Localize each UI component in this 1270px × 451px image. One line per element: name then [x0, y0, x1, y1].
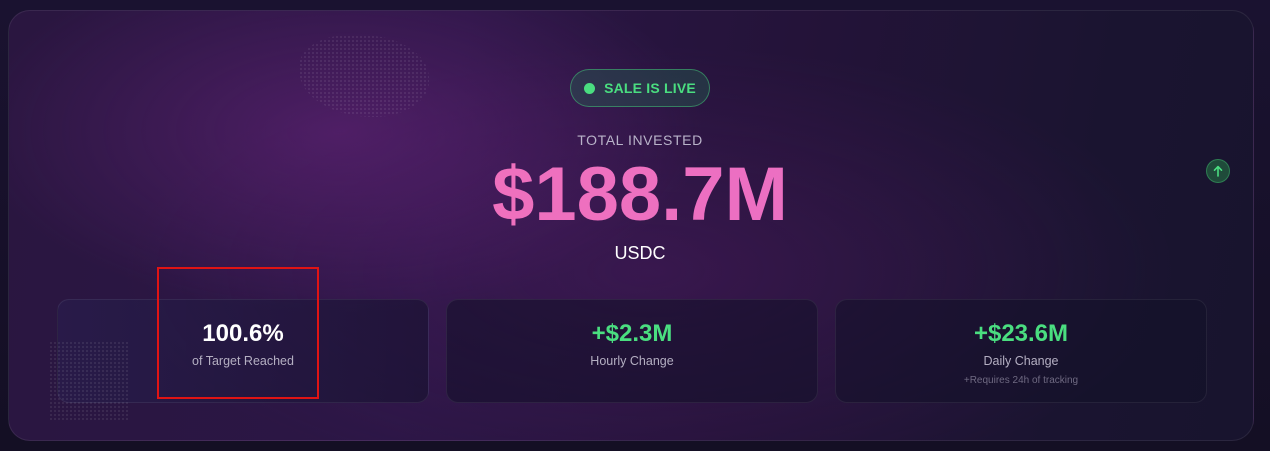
arrow-up-icon [1213, 165, 1223, 177]
decorative-pattern [299, 35, 429, 117]
sale-status-badge: SALE IS LIVE [570, 69, 710, 107]
highlight-box [157, 267, 319, 399]
total-invested-label: TOTAL INVESTED [577, 132, 703, 148]
sale-status-label: SALE IS LIVE [604, 80, 696, 96]
live-dot-icon [584, 82, 596, 94]
page: SALE IS LIVE TOTAL INVESTED $188.7M USDC… [0, 0, 1270, 451]
stat-card-daily: +$23.6M Daily Change +Requires 24h of tr… [835, 299, 1207, 403]
stat-card-hourly: +$2.3M Hourly Change [446, 299, 818, 403]
stat-value: +$2.3M [591, 320, 673, 347]
stat-note: +Requires 24h of tracking [963, 375, 1079, 386]
stat-label: Hourly Change [590, 354, 674, 368]
stat-value: +$23.6M [973, 320, 1069, 347]
decorative-pattern [49, 341, 129, 421]
scroll-up-button[interactable] [1206, 159, 1230, 183]
currency-label: USDC [614, 243, 666, 263]
total-invested-amount: $188.7M [9, 153, 1253, 237]
stat-label: Daily Change [983, 354, 1059, 368]
